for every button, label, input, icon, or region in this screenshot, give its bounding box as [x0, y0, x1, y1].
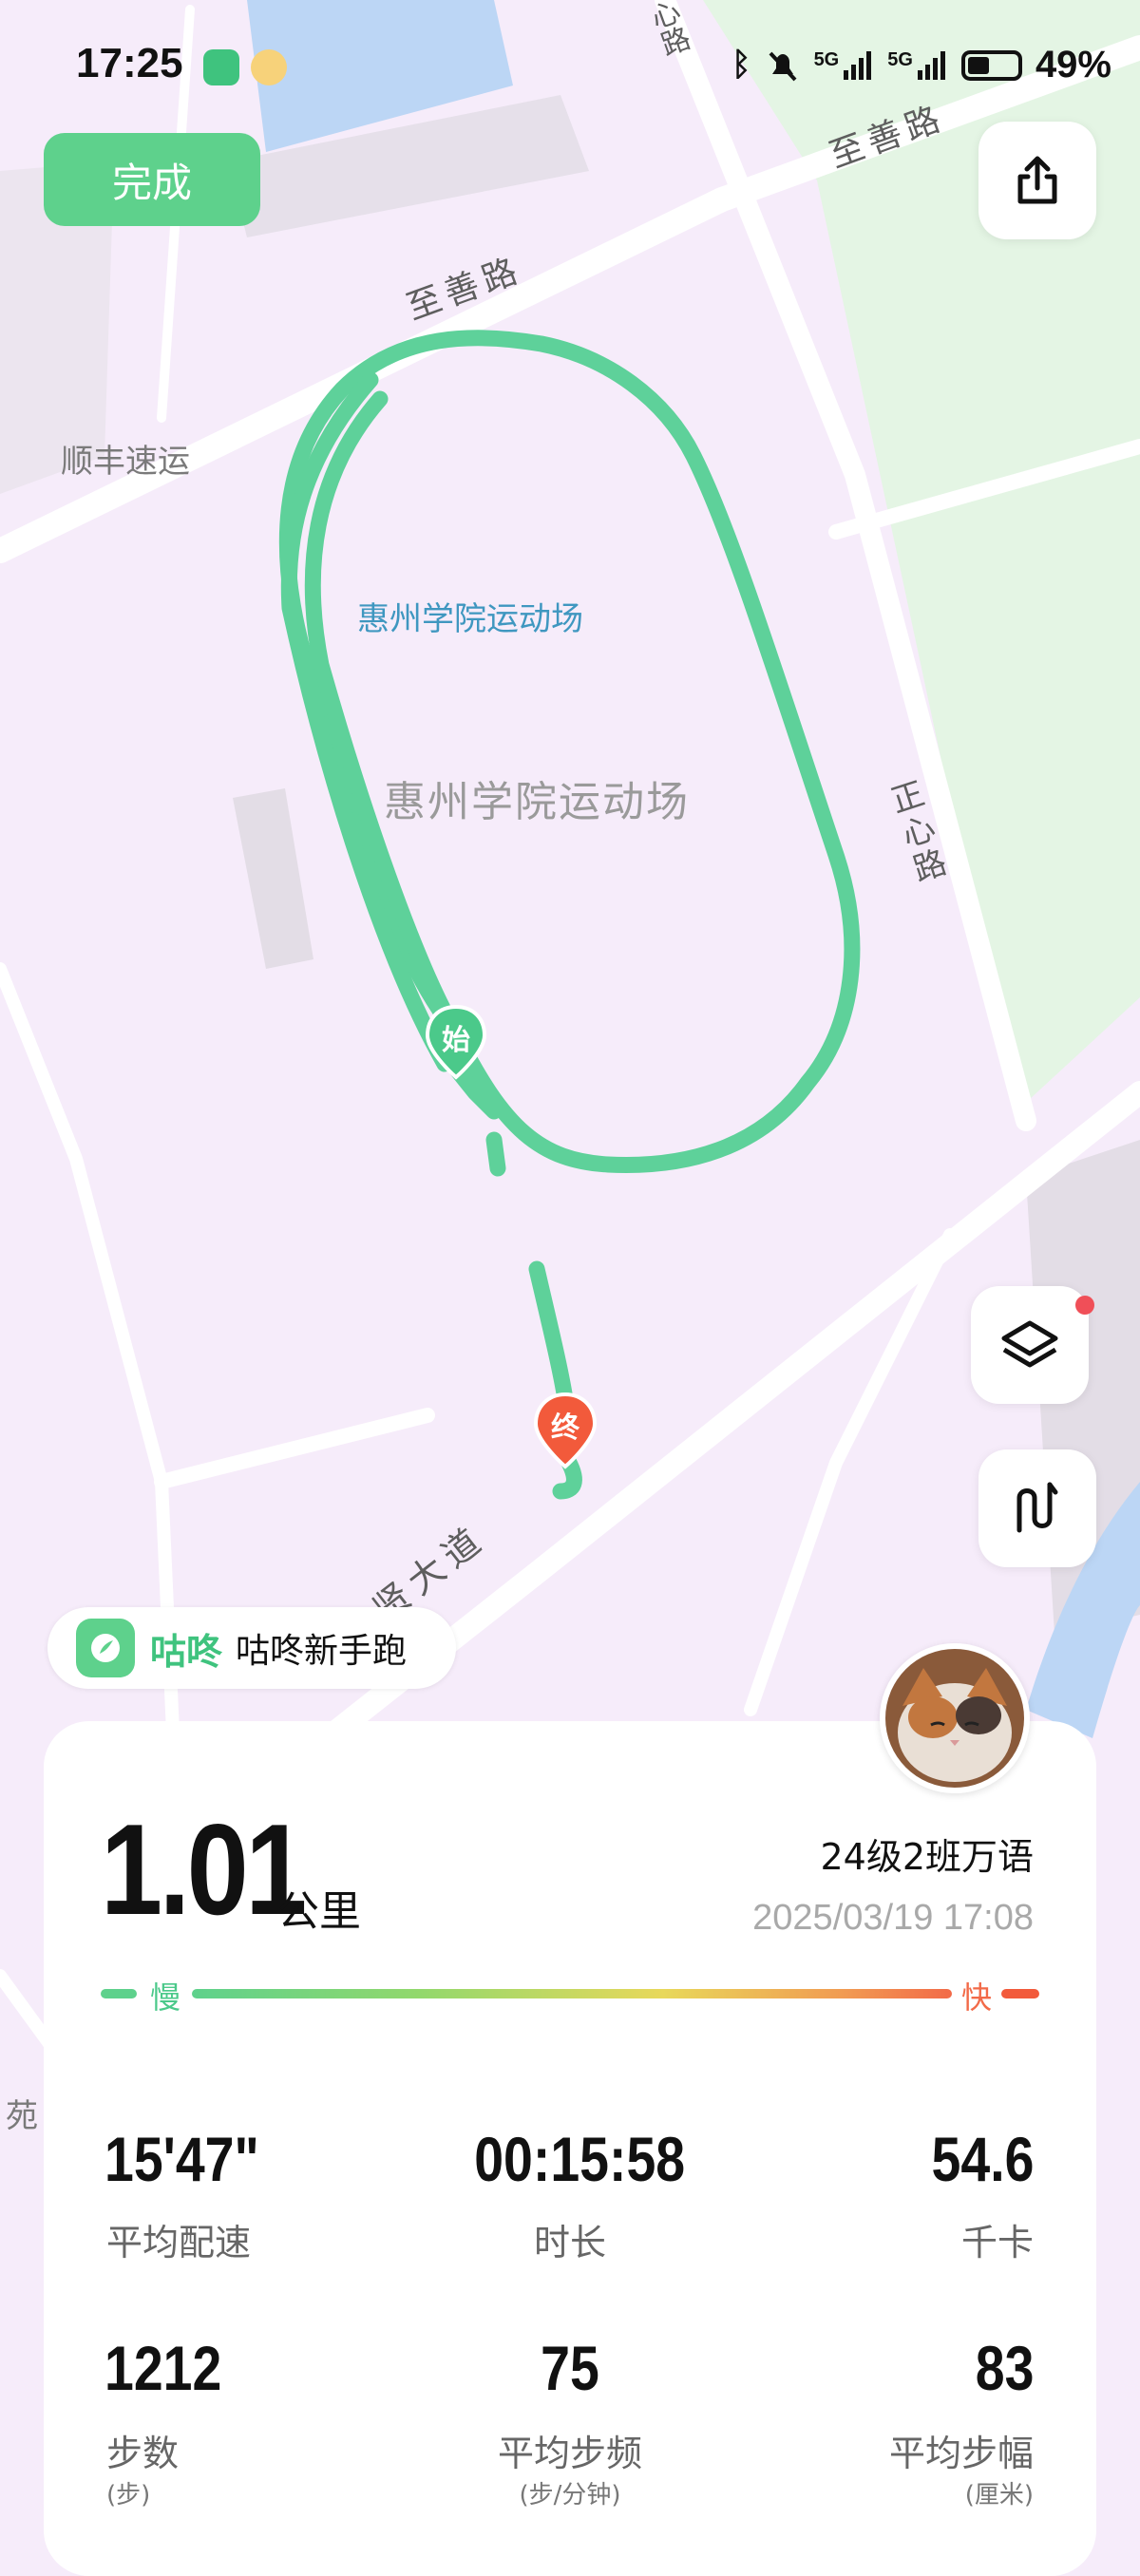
stride-label: 平均步幅: [888, 2433, 1034, 2474]
end-marker[interactable]: 终: [532, 1392, 598, 1470]
run-datetime: 2025/03/19 17:08: [752, 1898, 1034, 1938]
signal-2: 5G: [887, 49, 948, 82]
signal-bars-icon: [917, 50, 945, 80]
cadence-unit: (步/分钟): [519, 2481, 621, 2510]
route-style-button[interactable]: [978, 1449, 1096, 1567]
start-marker-label: 始: [442, 1024, 470, 1057]
notification-app-icon: [251, 49, 287, 85]
start-marker[interactable]: 始: [424, 1004, 488, 1081]
route-icon: [1016, 1482, 1058, 1533]
steps-value: 1212: [104, 2333, 222, 2403]
distance-unit: 公里: [277, 1887, 361, 1936]
codoon-status-icon: [203, 49, 239, 85]
brand-name: 咕咚: [150, 1630, 223, 1673]
cadence-value: 75: [541, 2333, 599, 2403]
signal-bars-icon: [844, 50, 872, 80]
pace-fast-label: 快: [961, 1979, 993, 2016]
cadence-label: 平均步频: [497, 2433, 642, 2474]
duration-label: 时长: [533, 2222, 606, 2263]
brand-title: 咕咚新手跑: [236, 1632, 408, 1671]
status-time: 17:25: [76, 40, 183, 86]
stadium-label-blue[interactable]: 惠州学院运动场: [357, 593, 583, 639]
brand-pill: 咕咚 咕咚新手跑: [48, 1607, 456, 1689]
notification-dot: [1075, 1296, 1094, 1315]
user-name: 24级2班万语: [820, 1836, 1034, 1878]
pace-slow-label: 慢: [150, 1979, 181, 2016]
user-avatar[interactable]: [880, 1643, 1030, 1793]
stride-value: 83: [975, 2333, 1034, 2403]
end-marker-label: 终: [551, 1411, 580, 1445]
map-layers-button[interactable]: [971, 1286, 1094, 1404]
stride-unit: (厘米): [964, 2481, 1034, 2510]
duration-value: 00:15:58: [474, 2124, 686, 2194]
mute-icon: [769, 51, 797, 81]
pace-fast-dash: [1001, 1989, 1039, 1998]
steps-unit: (步): [106, 2481, 151, 2510]
layers-icon: [1001, 1320, 1058, 1368]
pace-slow-dash: [101, 1989, 137, 1998]
calories-value: 54.6: [931, 2124, 1034, 2194]
network-type-2: 5G: [887, 48, 913, 70]
codoon-logo-icon: [76, 1619, 135, 1677]
avg-pace-label: 平均配速: [106, 2222, 252, 2263]
calories-label: 千卡: [960, 2222, 1034, 2263]
poi-shunfeng[interactable]: 顺丰速运: [61, 435, 190, 482]
status-bar: 17:25 ᛒ 5G 5G 49%: [0, 0, 1140, 133]
bluetooth-icon: ᛒ: [732, 47, 751, 83]
signal-1: 5G: [814, 49, 875, 82]
pace-gradient: [192, 1989, 952, 1998]
battery-level: 49%: [1035, 44, 1112, 85]
share-button[interactable]: [978, 122, 1096, 239]
battery-icon: [960, 49, 1022, 81]
network-type-1: 5G: [813, 48, 840, 70]
share-icon: [1017, 156, 1057, 204]
distance-value: 1.01: [101, 1797, 307, 1941]
status-right: ᛒ 5G 5G 49%: [732, 44, 1112, 86]
map-edge-label: 苑: [6, 2097, 38, 2135]
done-button[interactable]: 完成: [44, 133, 260, 226]
stadium-label-gray: 惠州学院运动场: [384, 778, 690, 826]
pace-legend: 慢 快: [101, 1974, 1041, 2016]
steps-label: 步数: [106, 2433, 180, 2474]
avg-pace-value: 15'47": [104, 2124, 259, 2194]
